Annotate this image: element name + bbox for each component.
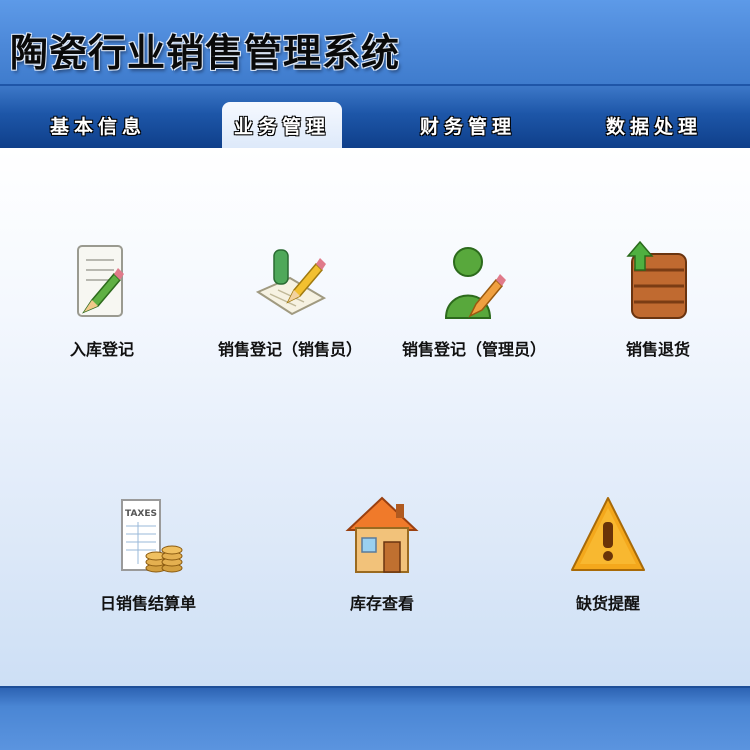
warning-icon bbox=[571, 497, 645, 571]
sales-registration-salesperson-label: 销售登记（销售员） bbox=[217, 340, 362, 359]
tab-finance-management[interactable]: 财务管理 bbox=[408, 102, 528, 148]
inventory-view-label: 库存查看 bbox=[349, 594, 414, 613]
sales-registration-salesperson-button[interactable]: 销售登记（销售员） bbox=[200, 240, 380, 360]
footer-bar bbox=[0, 686, 750, 750]
document-pencil-icon bbox=[77, 245, 124, 317]
crate-return-icon bbox=[626, 240, 687, 319]
inbound-registration-button[interactable]: 入库登记 bbox=[12, 240, 192, 360]
tab-bar: 基本信息 业务管理 财务管理 数据处理 bbox=[0, 86, 750, 148]
inbound-registration-label: 入库登记 bbox=[69, 340, 134, 359]
sales-registration-manager-label: 销售登记（管理员） bbox=[401, 340, 546, 359]
sales-registration-manager-button[interactable]: 销售登记（管理员） bbox=[384, 240, 564, 360]
taxes-coins-icon: TAXES bbox=[121, 499, 183, 573]
user-pencil-icon bbox=[444, 247, 506, 319]
tab-business-management[interactable]: 业务管理 bbox=[222, 102, 342, 148]
header-bar: 陶瓷行业销售管理系统 bbox=[0, 0, 750, 86]
daily-sales-statement-button[interactable]: TAXES 日销售结算单 bbox=[58, 494, 238, 614]
sales-return-button[interactable]: 销售退货 bbox=[568, 240, 748, 360]
tab-data-processing[interactable]: 数据处理 bbox=[594, 102, 714, 148]
svg-text:TAXES: TAXES bbox=[125, 509, 157, 519]
inventory-view-button[interactable]: 库存查看 bbox=[292, 494, 472, 614]
daily-sales-statement-label: 日销售结算单 bbox=[99, 594, 196, 613]
out-of-stock-alert-button[interactable]: 缺货提醒 bbox=[518, 494, 698, 614]
sales-return-label: 销售退货 bbox=[625, 340, 690, 359]
out-of-stock-alert-label: 缺货提醒 bbox=[575, 594, 640, 613]
app-title: 陶瓷行业销售管理系统 bbox=[10, 31, 401, 75]
house-icon bbox=[345, 496, 419, 573]
notepad-pencil-icon bbox=[255, 249, 327, 316]
tab-basic-info[interactable]: 基本信息 bbox=[38, 102, 158, 148]
main-panel: 入库登记 销售登记（销售员） 销售登记（管理员） 销售退货 TAXES 日销售结… bbox=[0, 148, 750, 686]
